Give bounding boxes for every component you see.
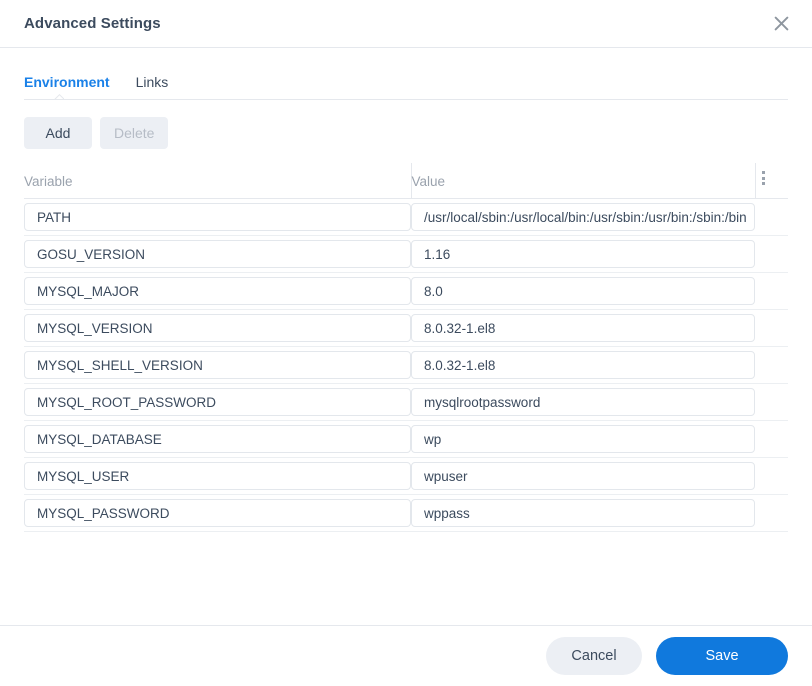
variable-cell: [24, 494, 412, 532]
variable-input[interactable]: [24, 203, 412, 231]
variable-cell: [24, 420, 412, 458]
variable-input[interactable]: [24, 240, 412, 268]
value-input[interactable]: [411, 388, 756, 416]
row-options-cell: [755, 346, 788, 384]
table-header-row: Variable Value: [24, 163, 788, 199]
dialog-footer: Cancel Save: [0, 625, 812, 686]
table-row: [24, 420, 788, 458]
variable-input[interactable]: [24, 425, 412, 453]
value-input[interactable]: [411, 462, 756, 490]
add-button[interactable]: Add: [24, 117, 92, 149]
table-header: Variable Value: [24, 163, 788, 199]
tab-divider: [24, 94, 788, 100]
table-row: [24, 235, 788, 273]
row-options-cell: [755, 272, 788, 310]
variable-input[interactable]: [24, 462, 412, 490]
advanced-settings-dialog: Advanced Settings Environment Links Add …: [0, 0, 812, 686]
row-options-cell: [755, 420, 788, 458]
save-button[interactable]: Save: [656, 637, 788, 675]
table-row: [24, 309, 788, 347]
table-body: [24, 198, 788, 532]
row-options-cell: [755, 383, 788, 421]
kebab-dot: [761, 171, 765, 174]
variable-cell: [24, 198, 412, 236]
variable-cell: [24, 309, 412, 347]
table-row: [24, 457, 788, 495]
cancel-button[interactable]: Cancel: [546, 637, 642, 675]
value-input[interactable]: [411, 314, 756, 342]
column-options-header: [754, 163, 788, 199]
value-input[interactable]: [411, 499, 756, 527]
kebab-menu-icon[interactable]: [756, 168, 771, 188]
environment-table-area: Variable Value: [0, 149, 812, 625]
active-tab-caret-icon: [54, 94, 64, 100]
value-input[interactable]: [411, 425, 756, 453]
tab-environment[interactable]: Environment: [24, 74, 110, 95]
tab-links-label: Links: [135, 74, 169, 90]
value-cell: [411, 235, 756, 273]
value-input[interactable]: [411, 240, 756, 268]
table-toolbar: Add Delete: [0, 100, 812, 149]
value-cell: [411, 457, 756, 495]
kebab-dot: [761, 176, 765, 180]
value-input[interactable]: [411, 277, 756, 305]
value-cell: [411, 198, 756, 236]
value-cell: [411, 346, 756, 384]
value-cell: [411, 309, 756, 347]
variable-cell: [24, 457, 412, 495]
row-options-cell: [755, 235, 788, 273]
dialog-titlebar: Advanced Settings: [0, 0, 812, 48]
variable-cell: [24, 235, 412, 273]
value-input[interactable]: [411, 351, 756, 379]
value-input[interactable]: [411, 203, 756, 231]
table-row: [24, 346, 788, 384]
column-header-variable[interactable]: Variable: [24, 163, 412, 199]
row-options-cell: [755, 494, 788, 532]
variable-input[interactable]: [24, 388, 412, 416]
variable-cell: [24, 383, 412, 421]
variable-cell: [24, 346, 412, 384]
value-cell: [411, 272, 756, 310]
value-cell: [411, 494, 756, 532]
variable-input[interactable]: [24, 351, 412, 379]
variable-input[interactable]: [24, 499, 412, 527]
close-icon[interactable]: [764, 7, 798, 41]
delete-button[interactable]: Delete: [100, 117, 169, 149]
kebab-dot: [761, 182, 765, 185]
value-cell: [411, 420, 756, 458]
tab-links[interactable]: Links: [136, 74, 169, 95]
row-options-cell: [755, 198, 788, 236]
row-options-cell: [755, 457, 788, 495]
variable-input[interactable]: [24, 314, 412, 342]
tab-bar: Environment Links: [0, 48, 812, 100]
table-row: [24, 198, 788, 236]
variable-cell: [24, 272, 412, 310]
column-header-value[interactable]: Value: [410, 163, 756, 199]
table-row: [24, 383, 788, 421]
table-row: [24, 494, 788, 532]
value-cell: [411, 383, 756, 421]
variable-input[interactable]: [24, 277, 412, 305]
row-options-cell: [755, 309, 788, 347]
environment-table: Variable Value: [24, 163, 788, 532]
tab-environment-label: Environment: [24, 74, 110, 90]
table-row: [24, 272, 788, 310]
page-title: Advanced Settings: [24, 15, 161, 32]
